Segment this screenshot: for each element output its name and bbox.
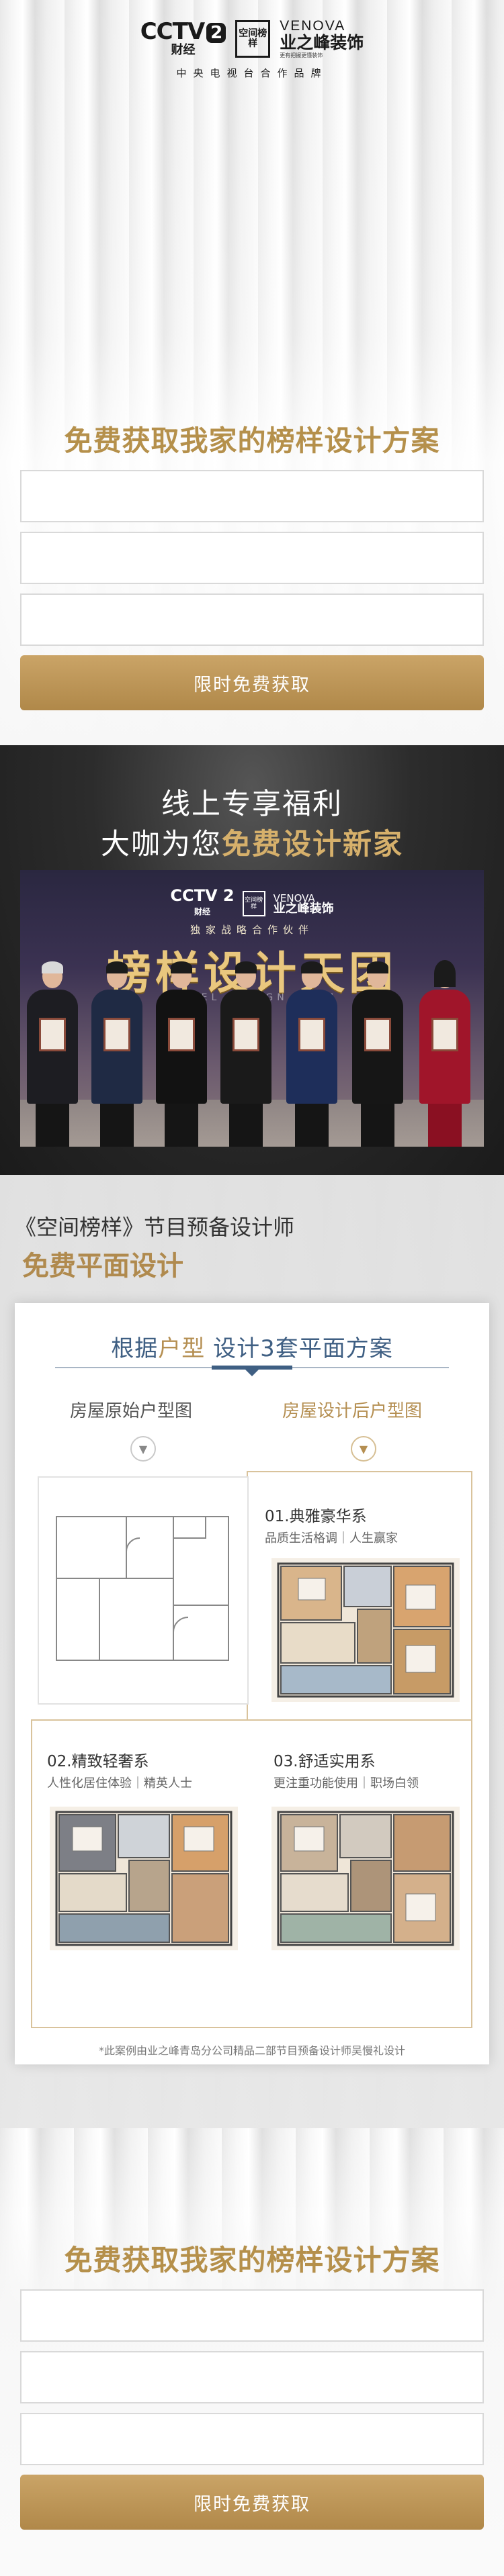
form-field-3[interactable] (20, 2413, 484, 2465)
option-title: 02.精致轻奢系 (47, 1753, 149, 1770)
original-floor-plan (38, 1476, 249, 1705)
designer-figure (24, 961, 81, 1147)
floor-plan-drawing (277, 1562, 454, 1698)
promo-line-2: 大咖为您免费设计新家 (0, 821, 504, 863)
photo-stamp-logo: 空间榜样 (242, 891, 265, 916)
lead-form: 限时免费获取 (20, 470, 484, 710)
option-subtitle: 品质生活格调｜人生赢家 (265, 1531, 398, 1545)
brand-en: VENOVA (280, 18, 346, 34)
form-field-3[interactable] (20, 593, 484, 646)
designer-figure (417, 960, 473, 1147)
bottom-form-section: 免费获取我家的榜样设计方案 限时免费获取 (0, 2128, 504, 2576)
form-title: 免费获取我家的榜样设计方案 (64, 424, 440, 457)
designed-floor-plan (271, 1807, 460, 1950)
option-subtitle: 人性化居住体验｜精英人士 (47, 1776, 192, 1791)
form-field-1[interactable] (20, 470, 484, 522)
cctv-sub: 财经 (171, 43, 196, 57)
option-title: 01.典雅豪华系 (265, 1508, 367, 1525)
program-stamp-logo: 空间榜样 (235, 20, 271, 58)
promo-section: 线上专享福利 大咖为您免费设计新家 CCTV 2 财经 空间榜样 VENOVA 业之… (0, 745, 504, 1175)
award-photo: CCTV 2财经 空间榜样 VENOVA业之峰装饰 独家战略合作伙伴 榜样设计天… (20, 870, 484, 1147)
form-title: 免费获取我家的榜样设计方案 (64, 2244, 440, 2277)
photo-partner-text: 独家战略合作伙伴 (190, 924, 314, 936)
designer-figure (218, 961, 274, 1147)
option-title: 03.舒适实用系 (274, 1753, 376, 1770)
floor-plan-drawing (56, 1516, 229, 1661)
photo-cctv-sub: 财经 (194, 907, 210, 916)
designer-figure (153, 961, 210, 1147)
form-field-2[interactable] (20, 532, 484, 584)
promo-line-2-prefix: 大咖为您 (101, 828, 222, 861)
promo-line-1: 线上专享福利 (161, 788, 343, 821)
cctv-channel: 2 (206, 22, 226, 43)
plans-eyebrow: 《空间榜样》节目预备设计师 (15, 1214, 295, 1240)
cctv2-logo: CCTV 2 财经 (140, 20, 226, 58)
form-field-1[interactable] (20, 2289, 484, 2342)
designed-plan-label: 房屋设计后户型图 (282, 1401, 423, 1421)
photo-logos: CCTV 2 财经 空间榜样 VENOVA 业之峰装饰 (20, 888, 484, 920)
chevron-down-icon: ▼ (351, 1436, 376, 1462)
designer-figure (89, 961, 145, 1147)
brand-cn: 业之峰装饰 (280, 33, 364, 52)
submit-button[interactable]: 限时免费获取 (20, 2475, 484, 2530)
lead-form-bottom: 限时免费获取 (20, 2289, 484, 2530)
photo-brand-cn: 业之峰装饰 (273, 902, 334, 916)
designed-floor-plan (50, 1807, 238, 1950)
card-title: 根据户型 设计3套平面方案 (15, 1330, 489, 1363)
cooperation-caption: 中央电视台合作品牌 (176, 67, 328, 79)
floor-plan-drawing (277, 1811, 454, 1946)
photo-cctv-text: CCTV 2 (170, 886, 235, 905)
title-notch (212, 1366, 292, 1376)
plans-headline: 免费平面设计 (22, 1251, 183, 1282)
photo-cctv-logo: CCTV 2 财经 (170, 888, 234, 920)
promo-highlight: 免费设计新家 (222, 828, 403, 861)
original-plan-label: 房屋原始户型图 (70, 1401, 193, 1421)
partner-logo-bar: CCTV 2 财经 空间榜样 VENOVA 业之峰装饰 更有把握更懂装饰 中央电视… (0, 19, 504, 80)
designed-floor-plan (271, 1558, 460, 1702)
card-title-highlight: 户型 (158, 1335, 206, 1362)
card-title-suffix: 设计3套平面方案 (205, 1335, 393, 1362)
chevron-down-icon: ▼ (130, 1436, 156, 1462)
submit-button[interactable]: 限时免费获取 (20, 655, 484, 710)
photo-venova-logo: VENOVA 业之峰装饰 (273, 893, 334, 916)
brand-tagline: 更有把握更懂装饰 (280, 52, 323, 58)
logo-row: CCTV 2 财经 空间榜样 VENOVA 业之峰装饰 更有把握更懂装饰 (0, 19, 504, 59)
venova-logo: VENOVA 业之峰装饰 更有把握更懂装饰 (280, 19, 364, 59)
floor-plan-drawing (55, 1811, 233, 1946)
design-footnote: *此案例由业之峰青岛分公司精品二部节目预备设计师吴慢礼设计 (98, 2044, 405, 2057)
option-subtitle: 更注重功能使用｜职场白领 (274, 1776, 419, 1791)
form-field-2[interactable] (20, 2351, 484, 2403)
card-title-prefix: 根据 (111, 1335, 159, 1362)
top-hero-section: CCTV 2 财经 空间榜样 VENOVA 业之峰装饰 更有把握更懂装饰 中央电视… (0, 0, 504, 745)
designer-figure (349, 961, 406, 1147)
plans-card: 根据户型 设计3套平面方案 房屋原始户型图 房屋设计后户型图 ▼ ▼ 01.典雅… (15, 1303, 489, 2064)
cctv-text: CCTV (140, 18, 205, 45)
plans-section: 《空间榜样》节目预备设计师 免费平面设计 根据户型 设计3套平面方案 房屋原始户… (0, 1175, 504, 2128)
designer-figure (284, 961, 340, 1147)
